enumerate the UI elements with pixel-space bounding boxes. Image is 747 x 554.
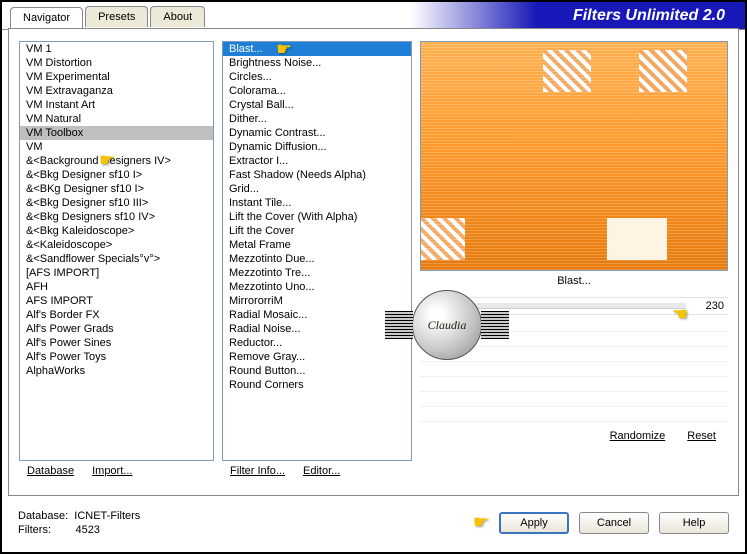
list-item[interactable]: Radial Mosaic... — [223, 308, 411, 322]
list-item[interactable]: Crystal Ball... — [223, 98, 411, 112]
list-item[interactable]: Alf's Power Grads — [20, 322, 213, 336]
list-item[interactable]: VM — [20, 140, 213, 154]
strength-slider[interactable] — [474, 303, 686, 309]
list-item[interactable]: AFH — [20, 280, 213, 294]
list-item[interactable]: Mezzotinto Due... — [223, 252, 411, 266]
list-item[interactable]: Alf's Power Sines — [20, 336, 213, 350]
list-item[interactable]: &<Bkg Designer sf10 I> — [20, 168, 213, 182]
list-item[interactable]: Lift the Cover — [223, 224, 411, 238]
randomize-link[interactable]: Randomize — [610, 430, 666, 442]
database-link[interactable]: Database — [27, 465, 74, 477]
category-list[interactable]: VM 1VM DistortionVM ExperimentalVM Extra… — [19, 41, 214, 461]
tab-about[interactable]: About — [150, 6, 205, 27]
content-panel: VM 1VM DistortionVM ExperimentalVM Extra… — [8, 28, 739, 496]
list-item[interactable]: MirrororriM — [223, 294, 411, 308]
list-item[interactable]: Mezzotinto Uno... — [223, 280, 411, 294]
cancel-button[interactable]: Cancel — [579, 512, 649, 534]
app-title: Filters Unlimited 2.0 — [573, 7, 725, 25]
list-item[interactable]: Blast... — [223, 42, 411, 56]
apply-button[interactable]: Apply — [499, 512, 569, 534]
preview-pane: Blast... Strength 230 Randomize Reset — [420, 41, 728, 489]
list-item[interactable]: VM 1 — [20, 42, 213, 56]
list-item[interactable]: VM Experimental — [20, 70, 213, 84]
list-item[interactable]: &<Kaleidoscope> — [20, 238, 213, 252]
footer: Database: ICNET-Filters Filters: 4523 Ap… — [8, 500, 739, 546]
filter-list[interactable]: Blast...Brightness Noise...Circles...Col… — [222, 41, 412, 461]
footer-info: Database: ICNET-Filters Filters: 4523 — [18, 509, 140, 537]
list-item[interactable]: Remove Gray... — [223, 350, 411, 364]
category-links: Database Import... — [19, 465, 214, 477]
filter-info-link[interactable]: Filter Info... — [230, 465, 285, 477]
filter-links: Filter Info... Editor... — [222, 465, 412, 477]
list-item[interactable]: Mezzotinto Tre... — [223, 266, 411, 280]
cursor-icon — [99, 150, 115, 171]
list-item[interactable]: Dynamic Diffusion... — [223, 140, 411, 154]
list-item[interactable]: Alf's Power Toys — [20, 350, 213, 364]
editor-link[interactable]: Editor... — [303, 465, 340, 477]
list-item[interactable]: &<Bkg Kaleidoscope> — [20, 224, 213, 238]
category-pane: VM 1VM DistortionVM ExperimentalVM Extra… — [19, 41, 214, 489]
tabs: Navigator Presets About — [10, 6, 207, 27]
list-item[interactable]: VM Toolbox — [20, 126, 213, 140]
param-value: 230 — [694, 300, 724, 312]
preview-image — [420, 41, 728, 271]
list-item[interactable]: Fast Shadow (Needs Alpha) — [223, 168, 411, 182]
list-item[interactable]: Instant Tile... — [223, 196, 411, 210]
list-item[interactable]: &<Background Designers IV> — [20, 154, 213, 168]
list-item[interactable]: Extractor I... — [223, 154, 411, 168]
list-item[interactable]: Lift the Cover (With Alpha) — [223, 210, 411, 224]
list-item[interactable]: VM Natural — [20, 112, 213, 126]
list-item[interactable]: AlphaWorks — [20, 364, 213, 378]
cursor-icon — [276, 39, 292, 60]
list-item[interactable]: Radial Noise... — [223, 322, 411, 336]
import-link[interactable]: Import... — [92, 465, 132, 477]
list-item[interactable]: Circles... — [223, 70, 411, 84]
list-item[interactable]: Alf's Border FX — [20, 308, 213, 322]
list-item[interactable]: &<Bkg Designers sf10 IV> — [20, 210, 213, 224]
list-item[interactable]: Dither... — [223, 112, 411, 126]
preview-links: Randomize Reset — [420, 430, 728, 442]
reset-link[interactable]: Reset — [687, 430, 716, 442]
list-item[interactable]: Metal Frame — [223, 238, 411, 252]
list-item[interactable]: VM Extravaganza — [20, 84, 213, 98]
watermark-badge: Claudia — [412, 290, 482, 360]
list-item[interactable]: &<BKg Designer sf10 I> — [20, 182, 213, 196]
list-item[interactable]: Round Corners — [223, 378, 411, 392]
cursor-icon — [672, 304, 688, 325]
footer-buttons: Apply Cancel Help — [473, 512, 729, 534]
list-item[interactable]: Grid... — [223, 182, 411, 196]
filter-pane: Blast...Brightness Noise...Circles...Col… — [222, 41, 412, 489]
help-button[interactable]: Help — [659, 512, 729, 534]
list-item[interactable]: VM Instant Art — [20, 98, 213, 112]
list-item[interactable]: Dynamic Contrast... — [223, 126, 411, 140]
list-item[interactable]: VM Distortion — [20, 56, 213, 70]
preview-caption: Blast... — [420, 275, 728, 287]
list-item[interactable]: Reductor... — [223, 336, 411, 350]
list-item[interactable]: AFS IMPORT — [20, 294, 213, 308]
tab-navigator[interactable]: Navigator — [10, 7, 83, 28]
cursor-icon — [473, 512, 489, 534]
tab-presets[interactable]: Presets — [85, 6, 148, 27]
list-item[interactable]: &<Bkg Designer sf10 III> — [20, 196, 213, 210]
list-item[interactable]: Round Button... — [223, 364, 411, 378]
list-item[interactable]: Colorama... — [223, 84, 411, 98]
list-item[interactable]: [AFS IMPORT] — [20, 266, 213, 280]
list-item[interactable]: Brightness Noise... — [223, 56, 411, 70]
list-item[interactable]: &<Sandflower Specials°v°> — [20, 252, 213, 266]
